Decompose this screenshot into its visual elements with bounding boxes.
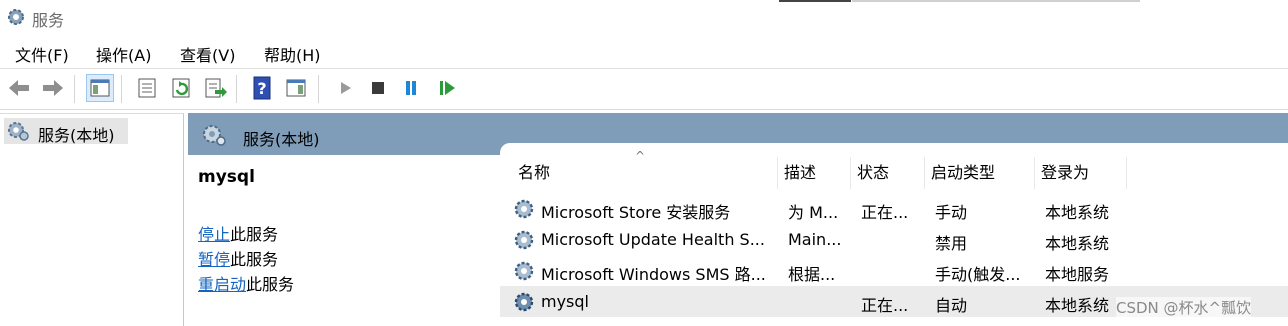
service-description-panel: mysql 停止此服务 暂停此服务 重启动此服务 [188,155,498,325]
show-hide-console-tree-icon[interactable] [86,74,114,102]
menu-action[interactable]: 操作(A) [96,42,151,66]
resume-service-icon[interactable] [433,75,459,101]
main-pane: 服务(本地) mysql 停止此服务 暂停此服务 重启动此服务 ^ 名称 描述 … [188,113,1288,325]
service-gear-icon [512,259,536,287]
action-suffix: 此服务 [246,275,295,294]
action-pane-icon[interactable] [283,75,309,101]
menu-view[interactable]: 查看(V) [180,42,235,66]
tree-item-label: 服务(本地) [38,126,115,145]
cell-name: Microsoft Update Health S... [541,230,765,249]
column-header-logon-as[interactable]: 登录为 [1035,157,1127,189]
menu-file[interactable]: 文件(F) [15,42,69,66]
export-list-icon[interactable] [202,75,228,101]
pause-service-icon[interactable] [398,75,424,101]
svg-text:?: ? [257,79,266,98]
properties-icon[interactable] [134,75,160,101]
title-bar: 服务 [0,0,1288,35]
cell-description: 为 M... [788,203,839,222]
restart-service-action: 重启动此服务 [198,271,294,295]
column-header-row: ^ 名称 描述 状态 启动类型 登录为 [500,149,1288,189]
menu-help[interactable]: 帮助(H) [264,42,321,66]
window-title: 服务 [32,11,65,30]
help-icon[interactable]: ? [249,75,275,101]
cell-description: Main... [788,230,842,249]
cell-logon-as: 本地服务 [1045,265,1110,284]
service-gear-icon [512,290,536,318]
cell-status: 正在... [861,203,909,222]
cell-logon-as: 本地系统 [1045,234,1110,253]
cell-startup-type: 禁用 [935,234,968,253]
pane-header-title: 服务(本地) [243,130,320,149]
cell-logon-as: 本地系统 [1045,203,1110,222]
action-suffix: 此服务 [230,225,279,244]
pause-link[interactable]: 暂停 [198,250,230,269]
title-strip [779,0,851,2]
column-header-description[interactable]: 描述 [778,157,851,189]
cell-name: mysql [541,292,589,311]
gear-icon [6,120,30,146]
restart-link[interactable]: 重启动 [198,275,246,294]
cell-startup-type: 手动 [935,203,968,222]
menu-bar: 文件(F) 操作(A) 查看(V) 帮助(H) [0,35,1288,69]
toolbar-separator [236,75,237,103]
cell-name: Microsoft Windows SMS 路... [541,265,766,284]
table-row[interactable]: Microsoft Store 安装服务 为 M... 正在... 手动 本地系… [500,193,1288,224]
start-service-icon[interactable] [332,75,358,101]
column-header-startup-type[interactable]: 启动类型 [925,157,1035,189]
cell-startup-type: 手动(触发... [935,265,1021,284]
table-row[interactable]: Microsoft Windows SMS 路... 根据... 手动(触发..… [500,255,1288,286]
back-arrow-icon[interactable] [6,75,32,101]
selected-service-name: mysql [198,167,255,187]
forward-arrow-icon[interactable] [40,75,66,101]
toolbar: ? [0,69,1288,110]
refresh-icon[interactable] [168,75,194,101]
title-strip [852,0,1140,2]
cell-name: Microsoft Store 安装服务 [541,203,731,222]
action-suffix: 此服务 [230,250,279,269]
column-header-status[interactable]: 状态 [851,157,925,189]
stop-link[interactable]: 停止 [198,225,230,244]
tree-item-services-local[interactable]: 服务(本地) [4,118,128,146]
watermark: CSDN @杯水^瓢饮 [1116,297,1252,318]
pause-service-action: 暂停此服务 [198,246,278,270]
stop-service-icon[interactable] [365,75,391,101]
toolbar-separator [121,75,122,103]
service-gear-icon [512,228,536,256]
toolbar-separator [74,75,75,103]
column-header-name[interactable]: 名称 [512,157,778,189]
table-row[interactable]: Microsoft Update Health S... Main... 禁用 … [500,224,1288,255]
gear-icon [5,6,27,32]
cell-startup-type: 自动 [935,296,968,315]
cell-status: 正在... [861,296,909,315]
service-gear-icon [512,197,536,225]
console-tree: 服务(本地) [0,113,184,326]
stop-service-action: 停止此服务 [198,221,278,245]
gear-icon [201,123,227,151]
toolbar-separator [318,75,319,103]
cell-description: 根据... [788,265,836,284]
